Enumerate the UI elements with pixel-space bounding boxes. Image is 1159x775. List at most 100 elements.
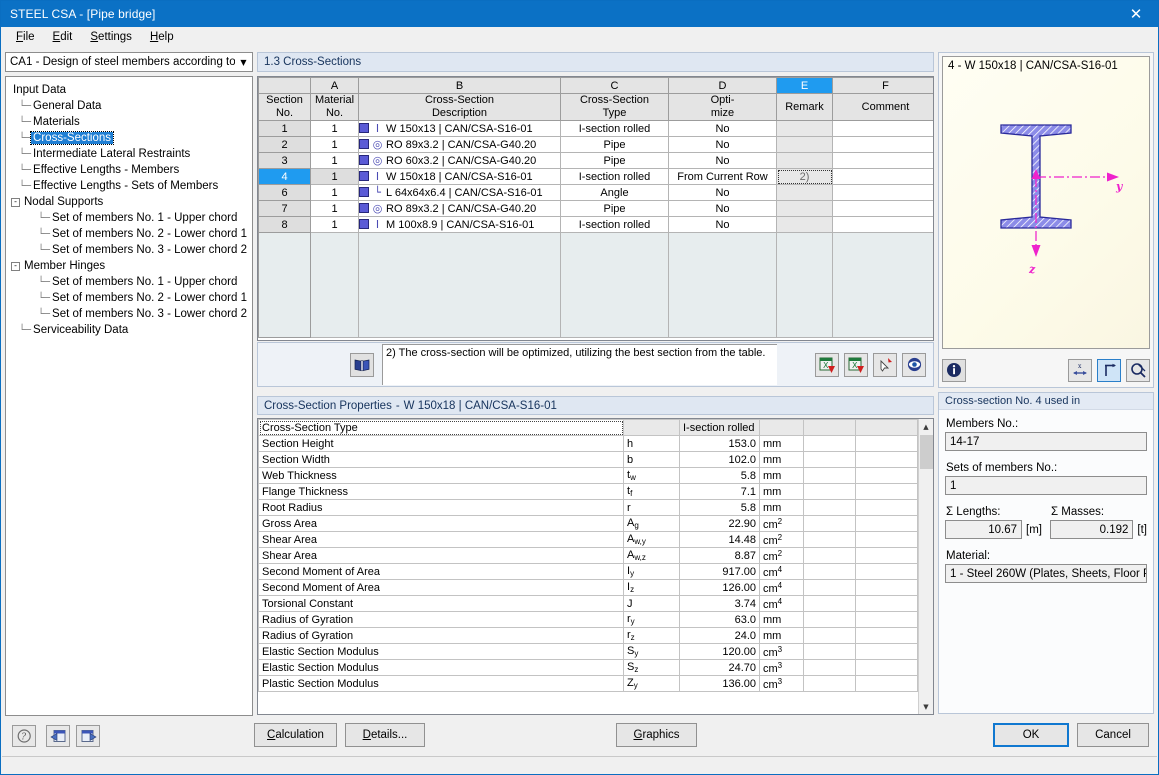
row-number[interactable]: 4 (258, 168, 311, 185)
properties-row[interactable]: Second Moment of Area Iy 917.00 cm4 (258, 563, 918, 580)
cell-cross-section-type[interactable]: I-section rolled (560, 216, 669, 233)
property-value[interactable]: 5.8 (679, 467, 760, 484)
section-graphic-canvas[interactable]: 4 - W 150x18 | CAN/CSA-S16-01 y z (942, 56, 1150, 349)
empty-cell[interactable] (258, 232, 311, 338)
sets-of-members-value[interactable]: 1 (945, 476, 1147, 495)
properties-row[interactable]: Elastic Section Modulus Sy 120.00 cm3 (258, 643, 918, 660)
empty-cell[interactable] (358, 232, 561, 338)
scroll-down-icon[interactable]: ▼ (918, 699, 933, 714)
properties-row[interactable]: Section Height h 153.0 mm (258, 435, 918, 452)
cell-comment[interactable] (832, 120, 933, 137)
nav-item-effective-lengths-sets-of-members[interactable]: └─ Effective Lengths - Sets of Members (10, 178, 252, 194)
cell-remark[interactable] (776, 216, 833, 233)
nav-item-member-hinges[interactable]: - Member Hinges (10, 258, 252, 274)
cell-cross-section-description[interactable]: └ L 64x64x6.4 | CAN/CSA-S16-01 (358, 184, 561, 201)
table-row[interactable]: 11I W 150x13 | CAN/CSA-S16-01 I-section r… (258, 120, 933, 137)
column-letter-E[interactable]: E (776, 77, 833, 94)
details-button[interactable]: Details... (345, 723, 425, 747)
cell-optimize[interactable]: From Current Row (668, 168, 777, 185)
nav-item-serviceability-data[interactable]: └─ Serviceability Data (10, 322, 252, 338)
property-value[interactable]: 5.8 (679, 499, 760, 516)
property-value[interactable]: 917.00 (679, 563, 760, 580)
property-value[interactable]: 24.0 (679, 627, 760, 644)
nav-item-set-of-members-no-2-lower-chord-1[interactable]: └─ Set of members No. 2 - Lower chord 1 (10, 226, 252, 242)
library-book-icon[interactable] (350, 352, 374, 377)
table-row[interactable]: 81I M 100x8.9 | CAN/CSA-S16-01 I-section … (258, 216, 933, 233)
cell-material-no[interactable]: 1 (310, 184, 359, 201)
cell-material-no[interactable]: 1 (310, 120, 359, 137)
empty-cell[interactable] (832, 232, 933, 338)
table-row[interactable]: 41I W 150x18 | CAN/CSA-S16-01 I-section r… (258, 168, 933, 185)
axes-icon[interactable] (1097, 358, 1121, 382)
column-letter-F[interactable]: F (832, 77, 933, 94)
column-letter-A[interactable]: A (310, 77, 359, 94)
property-value[interactable]: 7.1 (679, 483, 760, 500)
nav-item-set-of-members-no-2-lower-chord-1[interactable]: └─ Set of members No. 2 - Lower chord 1 (10, 290, 252, 306)
cell-optimize[interactable]: No (668, 216, 777, 233)
import-from-excel-icon[interactable]: X (815, 352, 839, 377)
cell-cross-section-type[interactable]: I-section rolled (560, 168, 669, 185)
nav-item-nodal-supports[interactable]: - Nodal Supports (10, 194, 252, 210)
cell-optimize[interactable]: No (668, 136, 777, 153)
cell-cross-section-description[interactable]: ◎ RO 89x3.2 | CAN/CSA-G40.20 (358, 200, 561, 217)
property-value[interactable]: 24.70 (679, 659, 760, 676)
material-value[interactable]: 1 - Steel 260W (Plates, Sheets, Floor Pl… (945, 564, 1147, 583)
column-letter-D[interactable]: D (668, 77, 777, 94)
property-value[interactable]: 8.87 (679, 547, 760, 564)
nav-item-set-of-members-no-1-upper-chord[interactable]: └─ Set of members No. 1 - Upper chord (10, 274, 252, 290)
properties-row[interactable]: Radius of Gyration ry 63.0 mm (258, 611, 918, 628)
cell-remark[interactable]: 2) (776, 168, 833, 185)
nav-item-cross-sections[interactable]: └─ Cross-Sections (10, 130, 252, 146)
column-header-no-[interactable]: Section No. (258, 93, 311, 121)
cell-material-no[interactable]: 1 (310, 216, 359, 233)
cell-cross-section-type[interactable]: I-section rolled (560, 120, 669, 137)
table-row[interactable]: 7 1 ◎ RO 89x3.2 | CAN/CSA-G40.20 Pipe No (258, 200, 933, 217)
cell-optimize[interactable]: No (668, 200, 777, 217)
row-number[interactable]: 7 (258, 200, 311, 217)
properties-table-body[interactable]: Cross-Section Type I-section rolled Sectio… (258, 419, 918, 692)
pick-section-icon[interactable] (873, 352, 897, 377)
menu-item-help[interactable]: Help (141, 29, 183, 45)
nav-item-materials[interactable]: └─ Materials (10, 114, 252, 130)
close-icon[interactable]: ✕ (1114, 1, 1158, 27)
properties-row[interactable]: Cross-Section Type I-section rolled (258, 419, 918, 436)
empty-cell[interactable] (560, 232, 669, 338)
row-number[interactable]: 1 (258, 120, 311, 137)
next-page-icon[interactable] (76, 725, 100, 747)
property-value[interactable]: I-section rolled (679, 419, 760, 436)
ok-button[interactable]: OK (993, 723, 1069, 747)
row-number[interactable]: 3 (258, 152, 311, 169)
properties-scrollbar[interactable]: ▲ ▼ (918, 419, 933, 714)
cell-cross-section-description[interactable]: I W 150x18 | CAN/CSA-S16-01 (358, 168, 561, 185)
cell-remark[interactable] (776, 136, 833, 153)
sum-masses-value[interactable]: 0.192 (1050, 520, 1134, 539)
column-header-description[interactable]: Cross-Section Description (358, 93, 561, 121)
cell-comment[interactable] (832, 136, 933, 153)
property-value[interactable]: 3.74 (679, 595, 760, 612)
cell-cross-section-description[interactable]: ◎ RO 60x3.2 | CAN/CSA-G40.20 (358, 152, 561, 169)
table-row[interactable]: 2 1 ◎ RO 89x3.2 | CAN/CSA-G40.20 Pipe No (258, 136, 933, 153)
sum-lengths-value[interactable]: 10.67 (945, 520, 1023, 539)
column-letter-blank[interactable] (258, 77, 311, 94)
properties-row[interactable]: Plastic Section Modulus Zy 136.00 cm3 (258, 675, 918, 692)
property-value[interactable]: 14.48 (679, 531, 760, 548)
cell-optimize[interactable]: No (668, 120, 777, 137)
column-header-mize[interactable]: Opti-mize (668, 93, 777, 121)
empty-cell[interactable] (310, 232, 359, 338)
column-header-type[interactable]: Cross-Section Type (560, 93, 669, 121)
cell-cross-section-description[interactable]: I M 100x8.9 | CAN/CSA-S16-01 (358, 216, 561, 233)
properties-row[interactable]: Section Width b 102.0 mm (258, 451, 918, 468)
nav-item-set-of-members-no-3-lower-chord-2[interactable]: └─ Set of members No. 3 - Lower chord 2 (10, 242, 252, 258)
cell-cross-section-type[interactable]: Pipe (560, 152, 669, 169)
scrollbar-thumb[interactable] (919, 435, 933, 469)
properties-row[interactable]: Radius of Gyration rz 24.0 mm (258, 627, 918, 644)
cell-optimize[interactable]: No (668, 184, 777, 201)
calculation-button[interactable]: Calculation (254, 723, 337, 747)
properties-row[interactable]: Root Radius r 5.8 mm (258, 499, 918, 516)
graphics-button[interactable]: Graphics (616, 723, 697, 747)
column-letter-B[interactable]: B (358, 77, 561, 94)
cell-remark[interactable] (776, 152, 833, 169)
menu-item-settings[interactable]: Settings (81, 29, 141, 45)
cell-cross-section-type[interactable]: Pipe (560, 200, 669, 217)
zoom-reset-icon[interactable] (1126, 358, 1150, 382)
